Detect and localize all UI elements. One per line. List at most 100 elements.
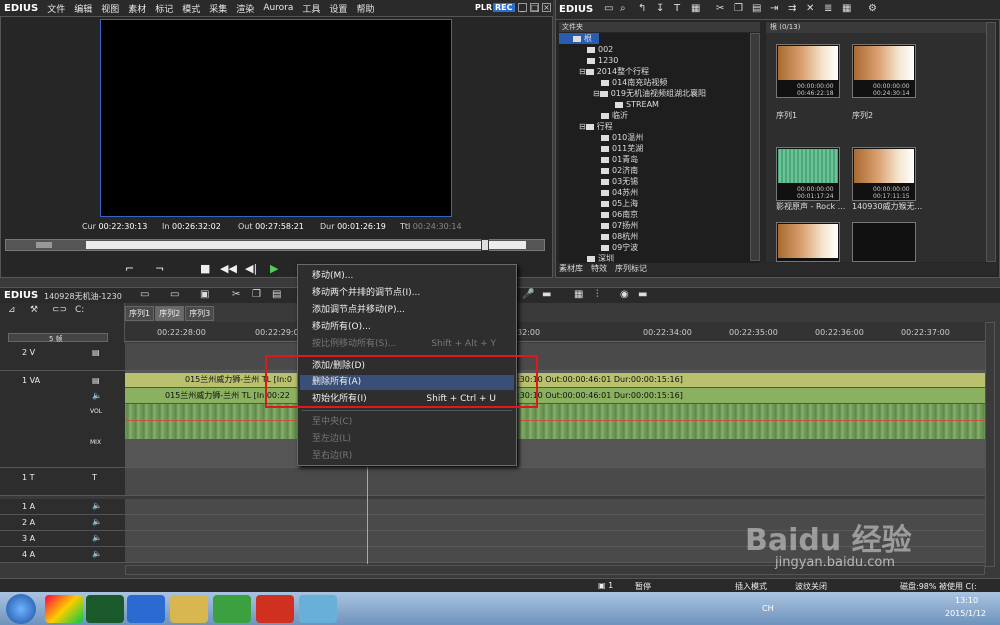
paste-icon[interactable]: ▤ <box>752 3 761 14</box>
track-1t-area[interactable] <box>125 468 985 496</box>
mixer-icon[interactable]: ⫶ <box>596 289 599 300</box>
sync-icon[interactable]: ⚒ <box>30 305 38 315</box>
audio-mixer-icon[interactable]: 🎤 <box>522 289 534 300</box>
menu-item-add-point-move[interactable]: 添加调节点并移动(P)... <box>312 303 506 318</box>
stop-icon[interactable]: ■ <box>200 262 210 275</box>
shuttle-handle[interactable] <box>36 242 52 248</box>
tree-item[interactable]: 01青岛 <box>559 154 760 165</box>
add-sequence-icon[interactable]: ⇉ <box>788 3 796 14</box>
track-2v[interactable]: 2 V ▤ <box>0 343 125 371</box>
title-icon[interactable]: T <box>674 3 680 14</box>
audio-waveform[interactable] <box>125 404 985 439</box>
track-2a[interactable]: 2 A 🔈 <box>0 515 125 531</box>
add-to-timeline-icon[interactable]: ⇥ <box>770 3 778 14</box>
track-2v-area[interactable] <box>125 343 985 371</box>
clip-mode-icon[interactable]: C: <box>75 305 84 315</box>
menu-mode[interactable]: 模式 <box>182 2 200 15</box>
app-icon[interactable] <box>45 595 83 623</box>
render-icon[interactable]: ▬ <box>542 289 551 300</box>
close-icon[interactable]: × <box>542 3 551 12</box>
view-mode-icon[interactable]: ▦ <box>842 3 851 14</box>
menu-aurora[interactable]: Aurora <box>263 3 293 13</box>
tree-item[interactable]: 04苏州 <box>559 187 760 198</box>
record-icon[interactable]: ◉ <box>620 289 629 300</box>
play-icon[interactable]: ▶ <box>270 262 278 275</box>
menu-file[interactable]: 文件 <box>47 2 65 15</box>
clip-thumbnail[interactable] <box>776 222 840 262</box>
tree-root[interactable]: 根 <box>559 33 599 44</box>
export-icon[interactable]: ▬ <box>638 289 647 300</box>
browser-icon[interactable] <box>213 595 251 623</box>
clip-thumbnail[interactable]: 00:00:00:00 00:17:11:15 <box>852 147 916 201</box>
edius-taskbar-icon[interactable] <box>86 595 124 623</box>
open-project-icon[interactable]: ▭ <box>170 289 179 300</box>
timeline-vscrollbar[interactable] <box>985 322 995 567</box>
menu-marker[interactable]: 标记 <box>155 2 173 15</box>
track-1a-area[interactable] <box>125 499 985 515</box>
track-3a[interactable]: 3 A 🔈 <box>0 531 125 547</box>
menu-item-move-all[interactable]: 移动所有(O)... <box>312 320 506 335</box>
menu-edit[interactable]: 编辑 <box>74 2 92 15</box>
tree-item[interactable]: ⊟ 行程 <box>559 121 760 132</box>
tree-item[interactable]: 03无锡 <box>559 176 760 187</box>
tree-item[interactable]: 014南充站视频 <box>559 77 760 88</box>
tree-item[interactable]: STREAM <box>559 99 760 110</box>
track-1a[interactable]: 1 A 🔈 <box>0 499 125 515</box>
audio-clip[interactable]: 015兰州威力狮-兰州 TL [In:00:22:30:10 Out:00:00… <box>125 388 985 403</box>
tree-item[interactable]: 002 <box>559 44 760 55</box>
clock-time[interactable]: 13:10 <box>955 596 978 605</box>
scrub-range[interactable] <box>86 241 526 249</box>
playhead-marker[interactable] <box>481 239 489 251</box>
snap-icon[interactable]: ⊿ <box>8 305 16 315</box>
timeline-cut-icon[interactable]: ✂ <box>232 289 240 300</box>
tree-item[interactable]: 08杭州 <box>559 231 760 242</box>
explorer-icon[interactable] <box>170 595 208 623</box>
copy-icon[interactable]: ❐ <box>734 3 743 14</box>
clip-thumbnail[interactable]: 00:00:00:00 00:01:17:24 <box>776 147 840 201</box>
rec-button[interactable]: REC <box>493 3 515 12</box>
up-folder-icon[interactable]: ↰ <box>638 3 646 14</box>
tab-sequence-markers[interactable]: 序列标记 <box>615 263 647 275</box>
tab-effects[interactable]: 特效 <box>591 263 607 275</box>
menu-clip[interactable]: 素材 <box>128 2 146 15</box>
clip-thumbnail[interactable]: 00:00:00:00 00:46:22:18 <box>776 44 840 98</box>
tab-sequence1[interactable]: 序列1 <box>125 306 155 321</box>
tree-item[interactable]: 05上海 <box>559 198 760 209</box>
player-scrubber[interactable] <box>5 239 545 251</box>
tree-item[interactable]: 1230 <box>559 55 760 66</box>
clip-thumbnail[interactable] <box>852 222 916 262</box>
color-bar-icon[interactable]: ▦ <box>691 3 700 14</box>
menu-capture[interactable]: 采集 <box>209 2 227 15</box>
tree-item[interactable]: 09宁波 <box>559 242 760 253</box>
tree-item[interactable]: 临沂 <box>559 110 760 121</box>
properties-icon[interactable]: ≣ <box>824 3 832 14</box>
cut-icon[interactable]: ✂ <box>716 3 724 14</box>
volume-rubberband[interactable] <box>125 420 985 421</box>
search-icon[interactable]: ⌕ <box>620 3 626 14</box>
folder-icon[interactable]: ▭ <box>604 3 613 14</box>
new-sequence-icon[interactable]: ▭ <box>140 289 149 300</box>
grid-icon[interactable]: ▦ <box>574 289 583 300</box>
mark-out-icon[interactable]: ¬ <box>155 262 164 275</box>
menu-help[interactable]: 帮助 <box>356 2 374 15</box>
video-clip[interactable]: 015兰州威力狮-兰州 TL [In:0:30:10 Out:00:00:46:… <box>125 373 985 387</box>
menu-settings[interactable]: 设置 <box>329 2 347 15</box>
tree-item[interactable]: 06南京 <box>559 209 760 220</box>
mark-in-icon[interactable]: ⌐ <box>125 262 134 275</box>
save-icon[interactable]: ▣ <box>200 289 209 300</box>
menu-item-move-two-points[interactable]: 移动两个并排的调节点(I)... <box>312 286 506 301</box>
app-blue-icon[interactable] <box>299 595 337 623</box>
maximize-icon[interactable]: □ <box>530 3 539 12</box>
track-1t[interactable]: 1 TT <box>0 468 125 496</box>
open-icon[interactable]: ↧ <box>656 3 664 14</box>
tab-sequence2[interactable]: 序列2 <box>155 306 185 321</box>
delete-icon[interactable]: ✕ <box>806 3 814 14</box>
qq-icon[interactable] <box>127 595 165 623</box>
zoom-select[interactable]: 5 帧 <box>8 333 108 343</box>
menu-item-move[interactable]: 移动(M)... <box>312 269 506 284</box>
link-icon[interactable]: ⊂⊃ <box>52 305 67 315</box>
rewind-icon[interactable]: ◀◀ <box>220 262 237 275</box>
track-4a[interactable]: 4 A 🔈 <box>0 547 125 563</box>
tree-item[interactable]: 07扬州 <box>559 220 760 231</box>
tree-item[interactable]: ⊟ 019无机油视频组湖北襄阳 <box>559 88 760 99</box>
